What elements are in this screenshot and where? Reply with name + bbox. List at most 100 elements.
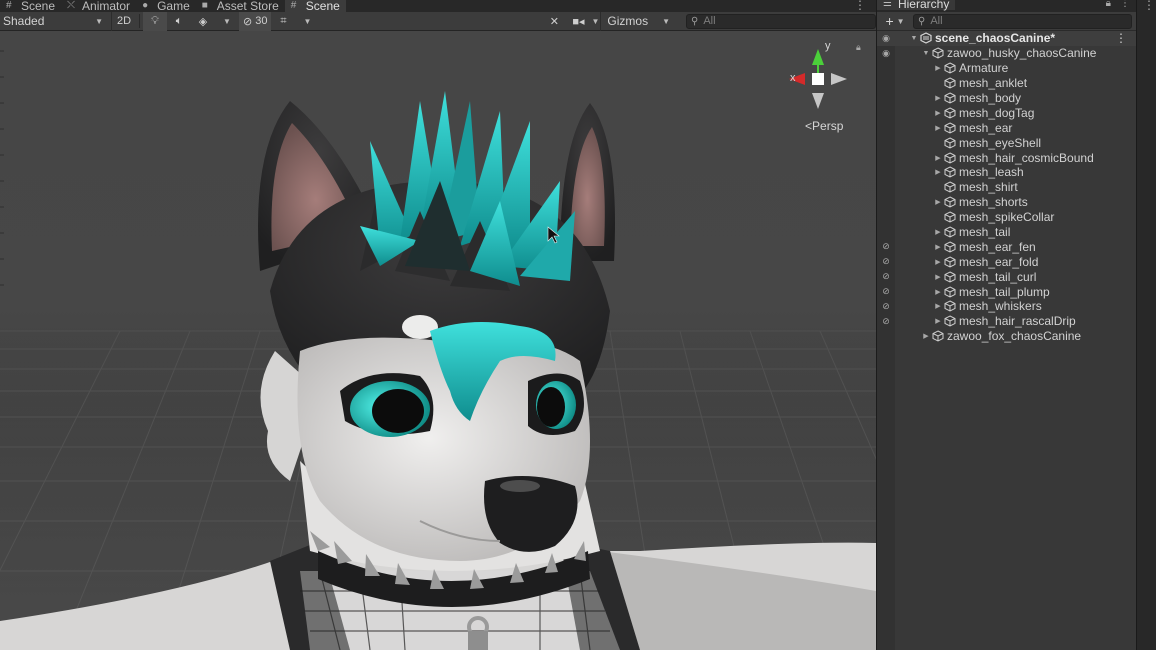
hierarchy-row[interactable]: ▶ mesh_shorts	[877, 195, 1137, 210]
tools-icon: ✕	[549, 15, 560, 28]
2d-toggle-button[interactable]: 2D	[112, 12, 136, 31]
chevron-down-icon[interactable]: ▼	[909, 35, 919, 42]
camera-button[interactable]: ■◂	[566, 12, 590, 31]
hierarchy-row-label: mesh_ear	[959, 120, 1013, 135]
hierarchy-row[interactable]: ▶ mesh_hair_cosmicBound	[877, 150, 1137, 165]
hierarchy-row[interactable]: mesh_spikeCollar	[877, 210, 1137, 225]
hierarchy-row[interactable]: ⊘ ▶ mesh_tail_plump	[877, 284, 1137, 299]
hierarchy-search-input[interactable]: ⚲ All	[913, 13, 1132, 29]
shading-mode-dropdown[interactable]: Shaded ▼	[0, 11, 112, 31]
list-icon: ☰	[883, 0, 892, 9]
chevron-right-icon[interactable]: ▶	[933, 109, 943, 117]
eye-slash-icon[interactable]: ⊘	[880, 256, 892, 267]
effects-dropdown[interactable]: ▼	[215, 12, 239, 31]
hierarchy-row[interactable]: ▶ zawoo_fox_chaosCanine	[877, 329, 1137, 344]
gizmo-y-axis	[812, 49, 824, 65]
audio-toggle-button[interactable]: 🔈︎	[167, 12, 191, 31]
gizmo-y-label: y	[825, 40, 831, 52]
hierarchy-row[interactable]: mesh_shirt	[877, 180, 1137, 195]
hierarchy-row-label: zawoo_husky_chaosCanine	[947, 46, 1097, 61]
gameobject-cube-icon	[944, 241, 956, 253]
lighting-toggle-button[interactable]: 💡︎	[143, 11, 167, 31]
tab-scene[interactable]: # Scene	[0, 0, 61, 12]
eye-slash-icon[interactable]: ⊘	[880, 301, 892, 312]
kebab-menu-icon[interactable]: ⋮	[1120, 0, 1130, 9]
chevron-down-icon: ▼	[303, 16, 312, 26]
hierarchy-row[interactable]: ▶ mesh_leash	[877, 165, 1137, 180]
hierarchy-row[interactable]: ⊘ ▶ mesh_ear_fen	[877, 239, 1137, 254]
hierarchy-row[interactable]: ⊘ ▶ mesh_hair_rascalDrip	[877, 314, 1137, 329]
chevron-right-icon[interactable]: ▶	[933, 228, 943, 236]
eye-icon[interactable]: ◉	[880, 48, 892, 59]
chevron-right-icon[interactable]: ▶	[933, 288, 943, 296]
projection-label[interactable]: <Persp	[805, 119, 843, 133]
hierarchy-row-label: mesh_tail_plump	[959, 284, 1050, 299]
eye-slash-icon[interactable]: ⊘	[880, 316, 892, 327]
hierarchy-row[interactable]: mesh_anklet	[877, 76, 1137, 91]
gameobject-cube-icon	[944, 166, 956, 179]
chevron-right-icon[interactable]: ▶	[933, 168, 943, 176]
gameobject-cube-icon	[944, 92, 956, 104]
kebab-menu-icon[interactable]: ⋮	[1143, 0, 1155, 12]
gizmos-dropdown[interactable]: Gizmos ▼	[600, 11, 676, 31]
tab-menu-icon[interactable]: ⋮	[844, 0, 876, 12]
tab-game[interactable]: ● Game	[136, 0, 196, 12]
create-button[interactable]: + ▼	[877, 13, 913, 29]
chevron-right-icon[interactable]: ▶	[933, 154, 943, 162]
hierarchy-row-label: mesh_shorts	[959, 195, 1028, 210]
eye-icon[interactable]: ◉	[880, 33, 892, 44]
effects-toggle-button[interactable]: ◈	[191, 12, 215, 31]
hierarchy-row[interactable]: ⊘ ▶ mesh_tail_curl	[877, 269, 1137, 284]
gameobject-cube-icon	[944, 286, 956, 298]
chevron-down-icon[interactable]: ▼	[921, 50, 931, 57]
hierarchy-panel: ☰ Hierarchy 🔒︎ ⋮ + ▼ ⚲ All ◉ ▼ scene_chaosC…	[876, 0, 1137, 650]
grid-icon: #	[6, 0, 12, 11]
hierarchy-row-label: mesh_hair_rascalDrip	[959, 314, 1076, 329]
hierarchy-row[interactable]: ◉ ▼ zawoo_husky_chaosCanine	[877, 46, 1137, 61]
grid-icon: #	[290, 0, 297, 11]
chevron-right-icon[interactable]: ▶	[933, 273, 943, 281]
hierarchy-row[interactable]: ▶ mesh_dogTag	[877, 105, 1137, 120]
hierarchy-row-label: mesh_ear_fold	[959, 254, 1039, 269]
eye-slash-icon[interactable]: ⊘	[880, 286, 892, 297]
gameobject-cube-icon	[944, 226, 956, 238]
scene-viewport[interactable]: y x 🔒︎ <Persp	[0, 31, 876, 650]
chevron-right-icon[interactable]: ▶	[933, 64, 943, 72]
hierarchy-row[interactable]: ⊘ ▶ mesh_whiskers	[877, 299, 1137, 314]
hierarchy-row[interactable]: ▶ mesh_tail	[877, 225, 1137, 240]
eye-slash-icon[interactable]: ⊘	[880, 241, 892, 252]
chevron-right-icon[interactable]: ▶	[921, 332, 931, 340]
hierarchy-row[interactable]: mesh_eyeShell	[877, 135, 1137, 150]
hierarchy-scene-row[interactable]: ◉ ▼ scene_chaosCanine* ⋮	[877, 31, 1137, 46]
lock-icon[interactable]: 🔒︎	[856, 42, 861, 53]
hierarchy-row[interactable]: ▶ mesh_ear	[877, 120, 1137, 135]
chevron-right-icon[interactable]: ▶	[933, 94, 943, 102]
chevron-right-icon[interactable]: ▶	[933, 198, 943, 206]
chevron-right-icon[interactable]: ▶	[933, 124, 943, 132]
tab-animator[interactable]: ⤬ Animator	[61, 0, 136, 12]
chevron-right-icon[interactable]: ▶	[933, 302, 943, 310]
eye-slash-icon[interactable]: ⊘	[880, 271, 892, 282]
tab-hierarchy[interactable]: ☰ Hierarchy	[877, 0, 956, 11]
chevron-right-icon[interactable]: ▶	[933, 258, 943, 266]
grid-snap-dropdown[interactable]: ▼	[295, 12, 319, 31]
lock-icon[interactable]: 🔒︎	[1106, 0, 1111, 9]
chevron-right-icon[interactable]: ▶	[933, 243, 943, 251]
hierarchy-row-label: scene_chaosCanine*	[935, 31, 1056, 46]
gameobject-cube-icon	[944, 152, 956, 164]
hierarchy-row-label: mesh_tail_curl	[959, 269, 1037, 284]
hierarchy-row[interactable]: ⊘ ▶ mesh_ear_fold	[877, 254, 1137, 269]
tools-button[interactable]: ✕	[542, 12, 566, 31]
tab-asset-store[interactable]: ■ Asset Store	[196, 0, 285, 12]
hierarchy-row[interactable]: ▶ Armature	[877, 61, 1137, 76]
hierarchy-row[interactable]: ▶ mesh_body	[877, 91, 1137, 106]
tab-scene-active[interactable]: # Scene	[284, 0, 346, 12]
camera-dropdown[interactable]: ▼	[590, 12, 600, 31]
gameobject-cube-icon	[944, 300, 956, 313]
chevron-right-icon[interactable]: ▶	[933, 317, 943, 325]
grid-snap-button[interactable]: ⌗	[271, 12, 295, 31]
scene-visibility-toggle[interactable]: ⊘ 30	[239, 11, 272, 31]
kebab-menu-icon[interactable]: ⋮	[1115, 31, 1127, 45]
chevron-down-icon: ▼	[223, 16, 231, 26]
scene-search-input[interactable]: ⚲ All	[686, 13, 876, 29]
